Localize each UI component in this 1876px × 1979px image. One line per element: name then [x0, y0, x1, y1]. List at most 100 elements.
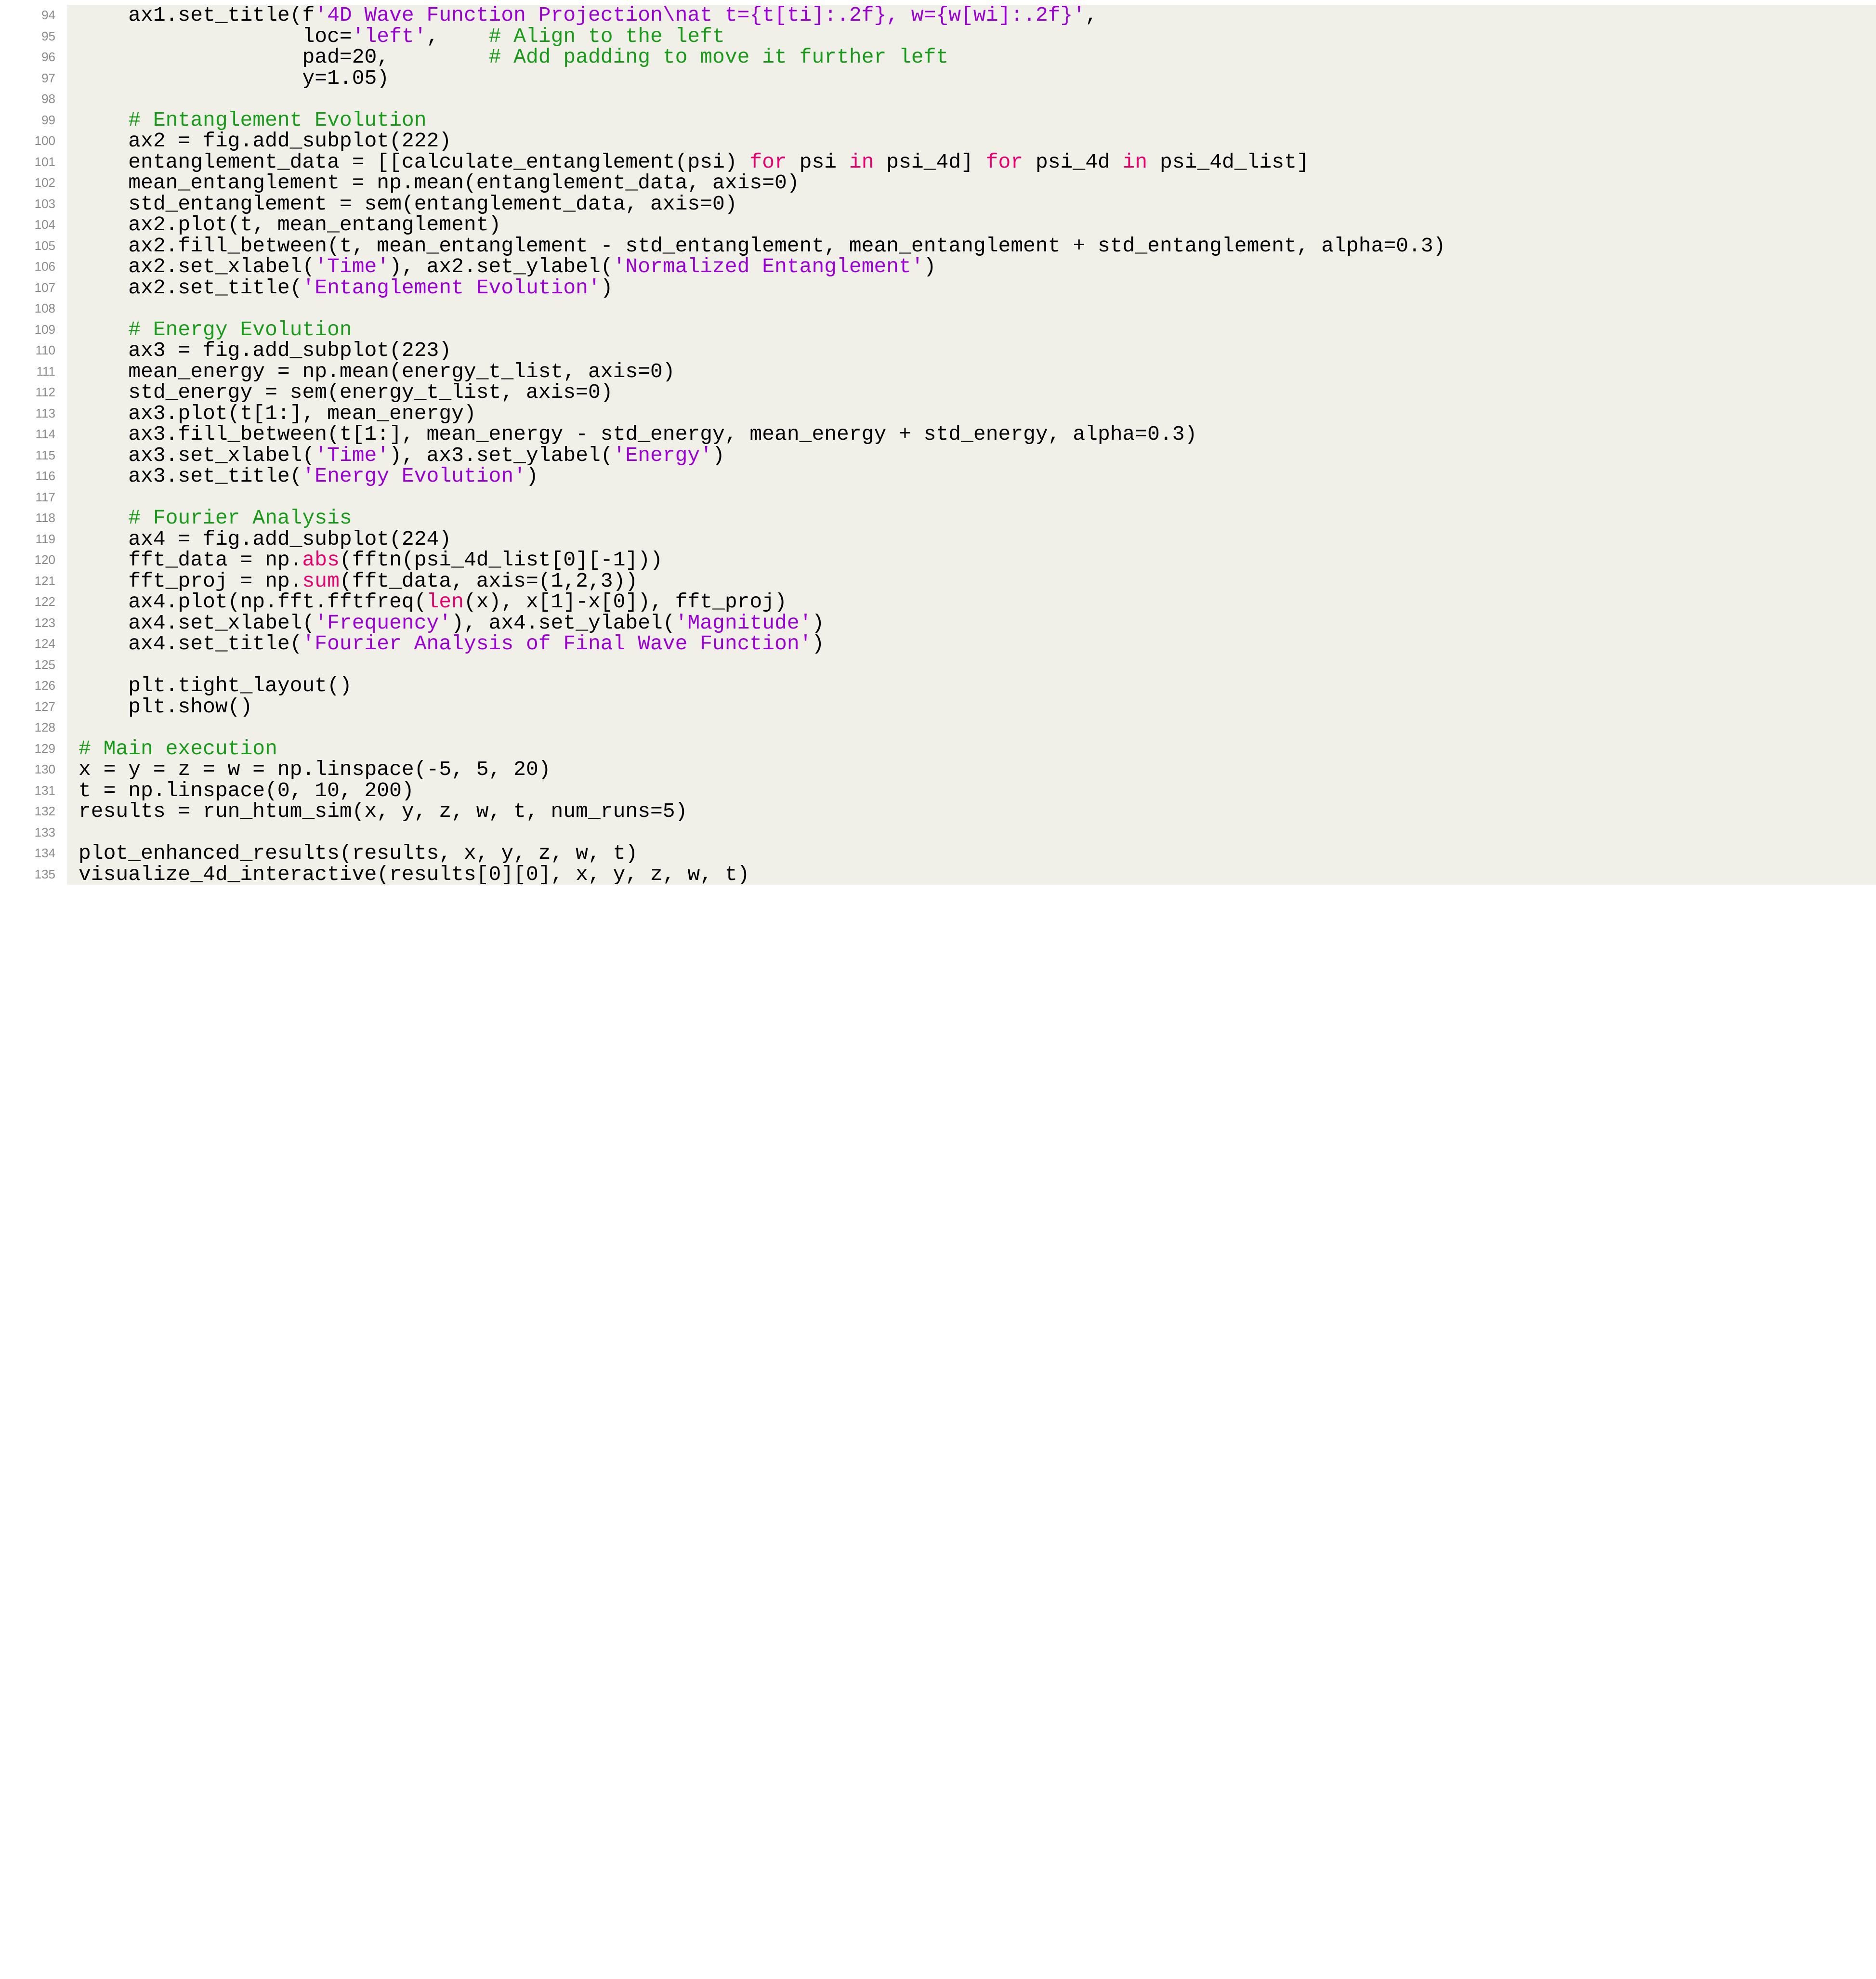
- code-line: 109 # Energy Evolution: [35, 319, 1876, 341]
- line-number: 95: [41, 28, 55, 43]
- code-line: 94 ax1.set_title(f'4D Wave Function Proj…: [41, 5, 1876, 26]
- code-token-plain: ax4.set_title(: [79, 632, 302, 655]
- code-line: 119 ax4 = fig.add_subplot(224): [36, 528, 1876, 550]
- code-token-plain: pad=20,: [79, 45, 489, 69]
- code-token-plain: ax2.set_xlabel(: [79, 255, 315, 278]
- line-number: 118: [35, 511, 55, 525]
- code-token-kw: in: [849, 150, 874, 174]
- code-token-plain: ): [812, 632, 825, 655]
- code-token-plain: ax3.fill_between(t[1:], mean_energy - st…: [79, 422, 1197, 446]
- code-line: 135 visualize_4d_interactive(results[0][0…: [35, 862, 1876, 886]
- line-number: 103: [34, 196, 55, 211]
- code-line-text: # Main execution: [67, 738, 1876, 760]
- line-number: 99: [41, 112, 55, 127]
- code-line: 106 ax2.set_xlabel('Time'), ax2.set_ylab…: [35, 256, 1876, 277]
- code-line-text: t = np.linspace(0, 10, 200): [67, 780, 1876, 801]
- code-line: 102 mean_entanglement = np.mean(entangle…: [35, 171, 1876, 195]
- code-line: 131 t = np.linspace(0, 10, 200): [35, 780, 1876, 801]
- code-line-text: ax3 = fig.add_subplot(223): [67, 340, 1876, 361]
- code-line: 125: [35, 655, 1876, 676]
- code-token-plain: ax3.set_title(: [79, 464, 302, 488]
- code-line-text: # Fourier Analysis: [67, 508, 1876, 529]
- code-token-plain: ): [712, 443, 725, 467]
- line-number: 122: [34, 594, 55, 609]
- line-number: 100: [34, 133, 55, 148]
- code-line-text: ax2.set_xlabel('Time'), ax2.set_ylabel('…: [67, 256, 1876, 277]
- code-line: 122 ax4.plot(np.fft.fftfreq(len(x), x[1]…: [35, 590, 1876, 614]
- code-token-plain: mean_entanglement = np.mean(entanglement…: [79, 171, 800, 195]
- code-line: 117: [36, 487, 1876, 508]
- code-token-plain: ), ax4.set_ylabel(: [451, 611, 675, 635]
- code-token-plain: ax3 = fig.add_subplot(223): [79, 339, 452, 362]
- code-token-plain: ax2.fill_between(t, mean_entanglement - …: [79, 234, 1446, 258]
- code-token-plain: std_energy = sem(energy_t_list, axis=0): [79, 380, 613, 404]
- line-number: 133: [34, 825, 55, 839]
- line-number: 123: [34, 615, 55, 630]
- code-line-text: fft_data = np.abs(fftn(psi_4d_list[0][-1…: [67, 550, 1876, 571]
- code-line-text: plot_enhanced_results(results, x, y, z, …: [67, 843, 1876, 864]
- code-token-plain: fft_proj = np.: [79, 569, 302, 593]
- code-line: 134 plot_enhanced_results(results, x, y, …: [35, 843, 1876, 864]
- code-token-plain: ): [923, 255, 936, 278]
- code-line-text: x = y = z = w = np.linspace(-5, 5, 20): [67, 759, 1876, 780]
- code-line-text: ax1.set_title(f'4D Wave Function Project…: [67, 5, 1876, 26]
- line-number: 106: [34, 259, 55, 274]
- code-line-text: ax3.set_title('Energy Evolution'): [67, 466, 1876, 487]
- line-number: 116: [35, 469, 55, 483]
- code-line-text: ax2.plot(t, mean_entanglement): [67, 214, 1876, 236]
- code-token-plain: entanglement_data = [[calculate_entangle…: [79, 150, 750, 174]
- code-token-plain: ), ax2.set_ylabel(: [389, 255, 613, 278]
- code-line-text: fft_proj = np.sum(fft_data, axis=(1,2,3)…: [67, 569, 1876, 593]
- code-line: 116 ax3.set_title('Energy Evolution'): [36, 466, 1876, 487]
- code-line-text: pad=20, # Add padding to move it further…: [67, 47, 1876, 68]
- code-line-text: mean_energy = np.mean(energy_t_list, axi…: [67, 361, 1876, 382]
- code-token-plain: ax2.plot(t, mean_entanglement): [79, 213, 501, 236]
- code-line: 115 ax3.set_xlabel('Time'), ax3.set_ylab…: [36, 443, 1876, 467]
- code-token-plain: ax3.plot(t[1:], mean_energy): [79, 401, 476, 425]
- code-token-comment: # Main execution: [79, 736, 277, 760]
- code-token-plain: mean_energy = np.mean(energy_t_list, axi…: [79, 359, 675, 383]
- code-token-plain: ax2 = fig.add_subplot(222): [79, 129, 452, 153]
- code-line: 129 # Main execution: [35, 738, 1876, 760]
- code-token-plain: plot_enhanced_results(results, x, y, z, …: [79, 841, 638, 865]
- code-token-plain: visualize_4d_interactive(results[0][0], …: [79, 862, 750, 886]
- code-token-string: 'Magnitude': [675, 611, 812, 635]
- line-number: 104: [34, 217, 55, 232]
- code-line-text: ax3.plot(t[1:], mean_energy): [67, 403, 1876, 424]
- code-line: 121 fft_proj = np.sum(fft_data, axis=(1,…: [35, 569, 1876, 593]
- code-line-text: results = run_htum_sim(x, y, z, w, t, nu…: [67, 801, 1876, 822]
- code-token-string: 'Frequency': [315, 611, 452, 635]
- code-line: 124 ax4.set_title('Fourier Analysis of F…: [35, 632, 1876, 655]
- code-token-string: 'Energy': [613, 443, 713, 467]
- code-token-string: 'Energy Evolution': [302, 464, 526, 488]
- code-block[interactable]: 94 ax1.set_title(f'4D Wave Function Proj…: [35, 5, 1876, 886]
- code-listing: 94 ax1.set_title(f'4D Wave Function Proj…: [0, 0, 1876, 1979]
- code-line: 98: [41, 89, 1876, 110]
- code-token-plain: fft_data = np.: [79, 548, 302, 572]
- code-token-kw: in: [1122, 150, 1148, 174]
- code-token-plain: ax1.set_title(f: [79, 3, 315, 27]
- code-token-plain: psi: [787, 150, 849, 174]
- line-number: 126: [34, 678, 55, 693]
- code-line-text: ax2 = fig.add_subplot(222): [67, 131, 1876, 152]
- code-token-plain: loc=: [79, 24, 352, 48]
- code-token-plain: (fftn(psi_4d_list[0][-1])): [339, 548, 663, 572]
- line-number: 132: [34, 804, 55, 818]
- code-line-text: ax2.set_title('Entanglement Evolution'): [67, 277, 1876, 299]
- code-line: 112 std_energy = sem(energy_t_list, axis…: [36, 382, 1876, 403]
- code-token-plain: ax4.plot(np.fft.fftfreq(: [79, 590, 427, 614]
- code-token-string: 'Time': [315, 443, 390, 467]
- line-number: 125: [34, 657, 55, 672]
- code-line-text: ax3.fill_between(t[1:], mean_energy - st…: [67, 424, 1876, 445]
- code-line-text: std_energy = sem(energy_t_list, axis=0): [67, 382, 1876, 403]
- code-token-plain: ): [812, 611, 825, 635]
- code-token-comment: # Align to the left: [488, 24, 725, 48]
- code-token-builtin: sum: [302, 569, 340, 593]
- line-number: 117: [35, 489, 55, 504]
- code-token-plain: ax2.set_title(: [79, 275, 302, 300]
- code-line: 128: [35, 717, 1876, 738]
- code-token-plain: ,: [1085, 3, 1098, 27]
- code-line: 126 plt.tight_layout(): [35, 675, 1876, 696]
